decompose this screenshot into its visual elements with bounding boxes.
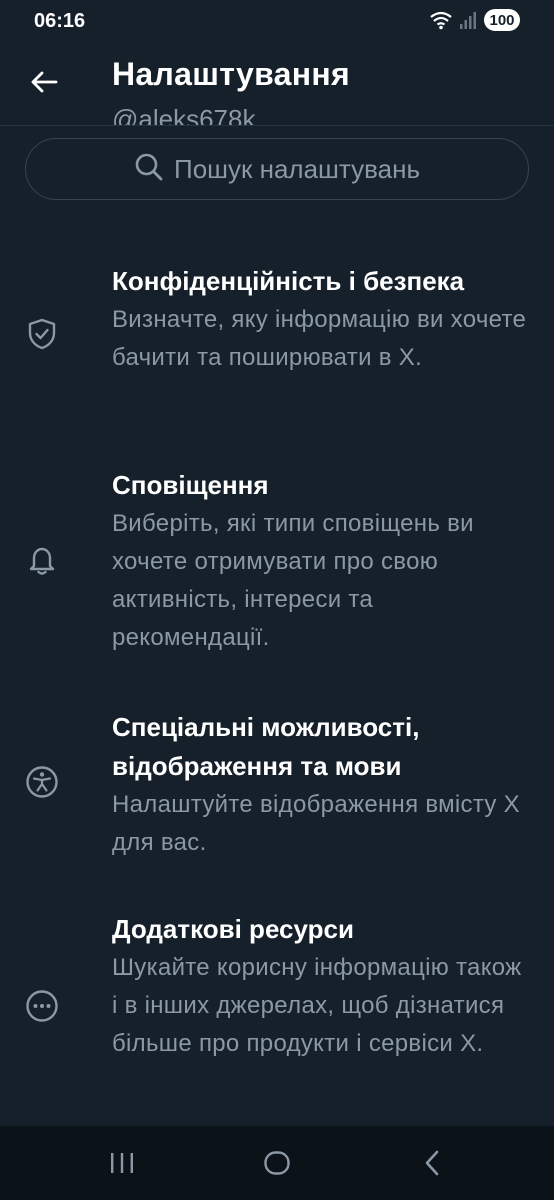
status-icons: 100 <box>430 9 520 31</box>
settings-item-title: Сповіщення <box>112 470 269 500</box>
more-circle-icon <box>24 988 60 1024</box>
accessibility-icon <box>24 764 60 800</box>
back-button[interactable] <box>26 66 62 102</box>
settings-item-description: Шукайте корисну інформацію також і в інш… <box>112 954 522 1057</box>
settings-item-title: Спеціальні можливості, відображення та м… <box>112 712 420 781</box>
status-time: 06:16 <box>34 10 86 32</box>
wifi-icon <box>430 10 452 30</box>
status-bar: 06:16 100 <box>0 0 554 44</box>
app-header: Налаштування @aleks678k <box>0 44 554 126</box>
search-input[interactable]: Пошук налаштувань <box>25 138 529 200</box>
battery-icon: 100 <box>484 9 520 31</box>
back-icon[interactable] <box>412 1146 452 1180</box>
settings-item-notifications[interactable]: Сповіщення Виберіть, які типи сповіщень … <box>0 466 554 666</box>
settings-item-text: Сповіщення Виберіть, які типи сповіщень … <box>112 466 532 657</box>
settings-item-description: Виберіть, які типи сповіщень ви хочете о… <box>112 510 474 651</box>
bell-icon <box>24 542 60 578</box>
settings-screen: 06:16 100 Налаштування @aleks678k Пошук … <box>0 0 554 1200</box>
settings-item-resources[interactable]: Додаткові ресурси Шукайте корисну інформ… <box>0 910 554 1110</box>
settings-item-privacy[interactable]: Конфіденційність і безпека Визначте, яку… <box>0 258 554 418</box>
settings-item-description: Налаштуйте відображення вмісту X для вас… <box>112 791 520 856</box>
arrow-left-icon <box>30 70 58 99</box>
search-icon <box>134 152 164 187</box>
page-title: Налаштування <box>112 56 350 92</box>
settings-item-title: Конфіденційність і безпека <box>112 266 465 296</box>
settings-item-text: Спеціальні можливості, відображення та м… <box>112 708 532 862</box>
settings-item-text: Конфіденційність і безпека Визначте, яку… <box>112 262 532 377</box>
settings-item-accessibility[interactable]: Спеціальні можливості, відображення та м… <box>0 708 554 868</box>
recent-apps-icon[interactable] <box>102 1146 142 1180</box>
account-handle: @aleks678k <box>112 104 256 126</box>
settings-item-text: Додаткові ресурси Шукайте корисну інформ… <box>112 910 532 1063</box>
settings-item-description: Визначте, яку інформацію ви хочете бачит… <box>112 306 527 371</box>
home-icon[interactable] <box>257 1146 297 1180</box>
settings-item-title: Додаткові ресурси <box>112 914 354 944</box>
signal-icon <box>460 11 476 29</box>
system-navigation-bar <box>0 1126 554 1200</box>
shield-icon <box>24 316 60 352</box>
search-placeholder: Пошук налаштувань <box>174 153 420 184</box>
